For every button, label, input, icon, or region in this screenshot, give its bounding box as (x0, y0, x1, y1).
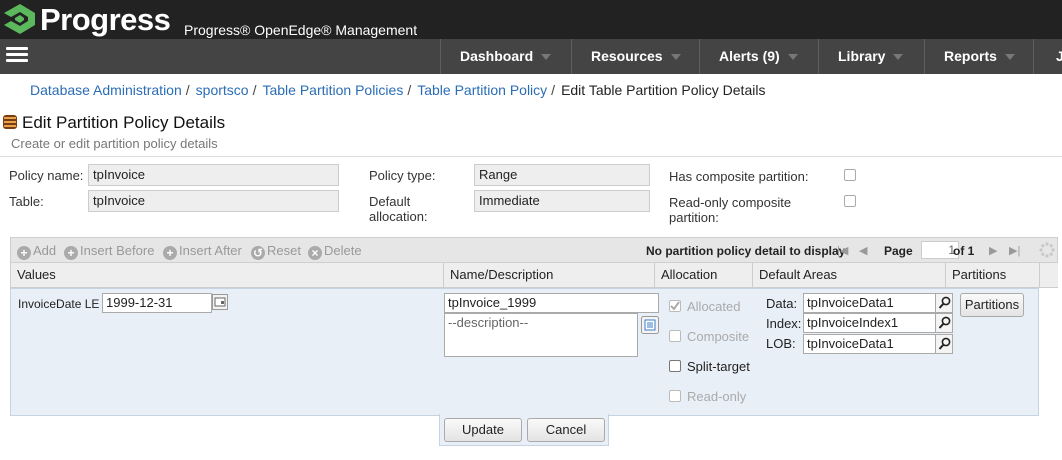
insert-before-button[interactable]: + Insert Before (64, 243, 154, 260)
table-field: tpInvoice (88, 190, 339, 212)
default-allocation-label: Default allocation: (369, 194, 428, 224)
description-input[interactable]: --description-- (444, 313, 638, 357)
breadcrumb-database-administration[interactable]: Database Administration (30, 82, 182, 98)
delete-button[interactable]: × Delete (308, 243, 362, 260)
checkbox-box (669, 300, 681, 312)
chevron-down-icon (670, 54, 681, 61)
first-page-icon[interactable]: |◀ (837, 244, 848, 258)
data-area-input[interactable]: tpInvoiceData1 (803, 293, 936, 313)
chevron-down-icon (787, 54, 798, 61)
undo-icon: ↺ (251, 246, 265, 260)
nav-resources[interactable]: Resources (571, 39, 699, 74)
progress-logo-icon (4, 4, 35, 34)
logo-text: Progress (40, 2, 171, 37)
nav-dashboard[interactable]: Dashboard (440, 39, 571, 74)
search-icon (938, 296, 951, 309)
data-area-label: Data: (766, 296, 798, 311)
column-header-partitions[interactable]: Partitions (946, 263, 1040, 287)
data-area-search-button[interactable] (935, 293, 953, 313)
refresh-icon[interactable] (1039, 242, 1055, 258)
column-header-allocation[interactable]: Allocation (655, 263, 753, 287)
checkbox-box (669, 360, 681, 372)
nav-library[interactable]: Library (818, 39, 924, 74)
menu-icon[interactable] (6, 47, 28, 65)
has-composite-checkbox[interactable] (844, 169, 856, 181)
update-button[interactable]: Update (444, 418, 522, 442)
plus-icon: + (64, 246, 78, 260)
split-target-checkbox[interactable]: Split-target (669, 359, 750, 375)
breadcrumb: Database Administration / sportsco / Table P… (30, 82, 766, 98)
calendar-icon[interactable] (212, 294, 228, 310)
close-icon: × (308, 246, 322, 260)
table-label: Table: (9, 194, 44, 209)
page-label: Page (884, 244, 913, 258)
values-label: InvoiceDate LE (18, 297, 100, 311)
plus-icon: + (163, 246, 177, 260)
checkbox-box (669, 390, 681, 402)
column-header-default-areas[interactable]: Default Areas (753, 263, 946, 287)
allocated-checkbox[interactable]: Allocated (669, 299, 740, 315)
readonly-checkbox[interactable]: Read-only (669, 389, 746, 405)
divider (0, 156, 1062, 157)
chevron-down-icon (541, 54, 552, 61)
lob-area-input[interactable]: tpInvoiceData1 (803, 334, 936, 354)
database-icon (3, 115, 17, 129)
lob-area-search-button[interactable] (935, 334, 953, 354)
pager-message: No partition policy detail to display (646, 244, 846, 258)
policy-name-label: Policy name: (9, 168, 84, 183)
date-input[interactable]: 1999-12-31 (102, 293, 212, 313)
prev-page-icon[interactable]: ◀ (859, 244, 867, 258)
lob-area-label: LOB: (766, 336, 796, 351)
name-input[interactable]: tpInvoice_1999 (444, 293, 659, 313)
edit-text-icon[interactable] (641, 316, 659, 334)
checkbox-box (669, 330, 681, 342)
breadcrumb-current: Edit Table Partition Policy Details (561, 82, 766, 98)
reset-button[interactable]: ↺ Reset (251, 243, 301, 260)
nav-reports[interactable]: Reports (924, 39, 1033, 74)
breadcrumb-sportsco[interactable]: sportsco (196, 82, 249, 98)
chevron-down-icon (893, 54, 904, 61)
index-area-search-button[interactable] (935, 313, 953, 333)
index-area-input[interactable]: tpInvoiceIndex1 (803, 313, 936, 333)
readonly-composite-checkbox[interactable] (844, 195, 856, 207)
search-icon (938, 337, 951, 350)
has-composite-label: Has composite partition: (669, 169, 809, 184)
policy-type-field: Range (474, 164, 650, 186)
check-icon (670, 301, 680, 311)
chevron-down-icon (1004, 54, 1015, 61)
index-area-label: Index: (766, 316, 802, 331)
nav-more[interactable]: J (1033, 39, 1062, 74)
grid-header: Values Name/Description Allocation Defau… (10, 263, 1058, 288)
breadcrumb-table-partition-policies[interactable]: Table Partition Policies (262, 82, 403, 98)
page-subtitle: Create or edit partition policy details (11, 136, 218, 151)
product-name: Progress® OpenEdge® Management (184, 22, 418, 38)
partitions-button[interactable]: Partitions (960, 293, 1024, 317)
column-header-name-description[interactable]: Name/Description (444, 263, 655, 287)
search-icon (938, 316, 951, 329)
default-allocation-field: Immediate (474, 190, 650, 212)
breadcrumb-table-partition-policy[interactable]: Table Partition Policy (417, 82, 547, 98)
page-count-label: of 1 (953, 244, 975, 258)
readonly-composite-label: Read-only composite partition: (669, 195, 792, 225)
insert-after-button[interactable]: + Insert After (163, 243, 242, 260)
policy-name-field: tpInvoice (88, 164, 339, 186)
column-header-values[interactable]: Values (11, 263, 444, 287)
add-button[interactable]: + Add (17, 243, 56, 260)
top-bar: Progress Progress® OpenEdge® Management (0, 0, 1062, 39)
next-page-icon[interactable]: ▶ (989, 244, 997, 258)
page-title: Edit Partition Policy Details (22, 113, 226, 132)
cancel-button[interactable]: Cancel (527, 418, 605, 442)
last-page-icon[interactable]: ▶| (1009, 244, 1020, 258)
nav-bar: Dashboard Resources Alerts (9) Library R… (0, 39, 1062, 74)
composite-checkbox[interactable]: Composite (669, 329, 749, 345)
policy-type-label: Policy type: (369, 168, 436, 183)
grid-toolbar: + Add + Insert Before + Insert After ↺ Reset… (10, 237, 1058, 263)
plus-icon: + (17, 246, 31, 260)
nav-alerts[interactable]: Alerts (9) (699, 39, 818, 74)
